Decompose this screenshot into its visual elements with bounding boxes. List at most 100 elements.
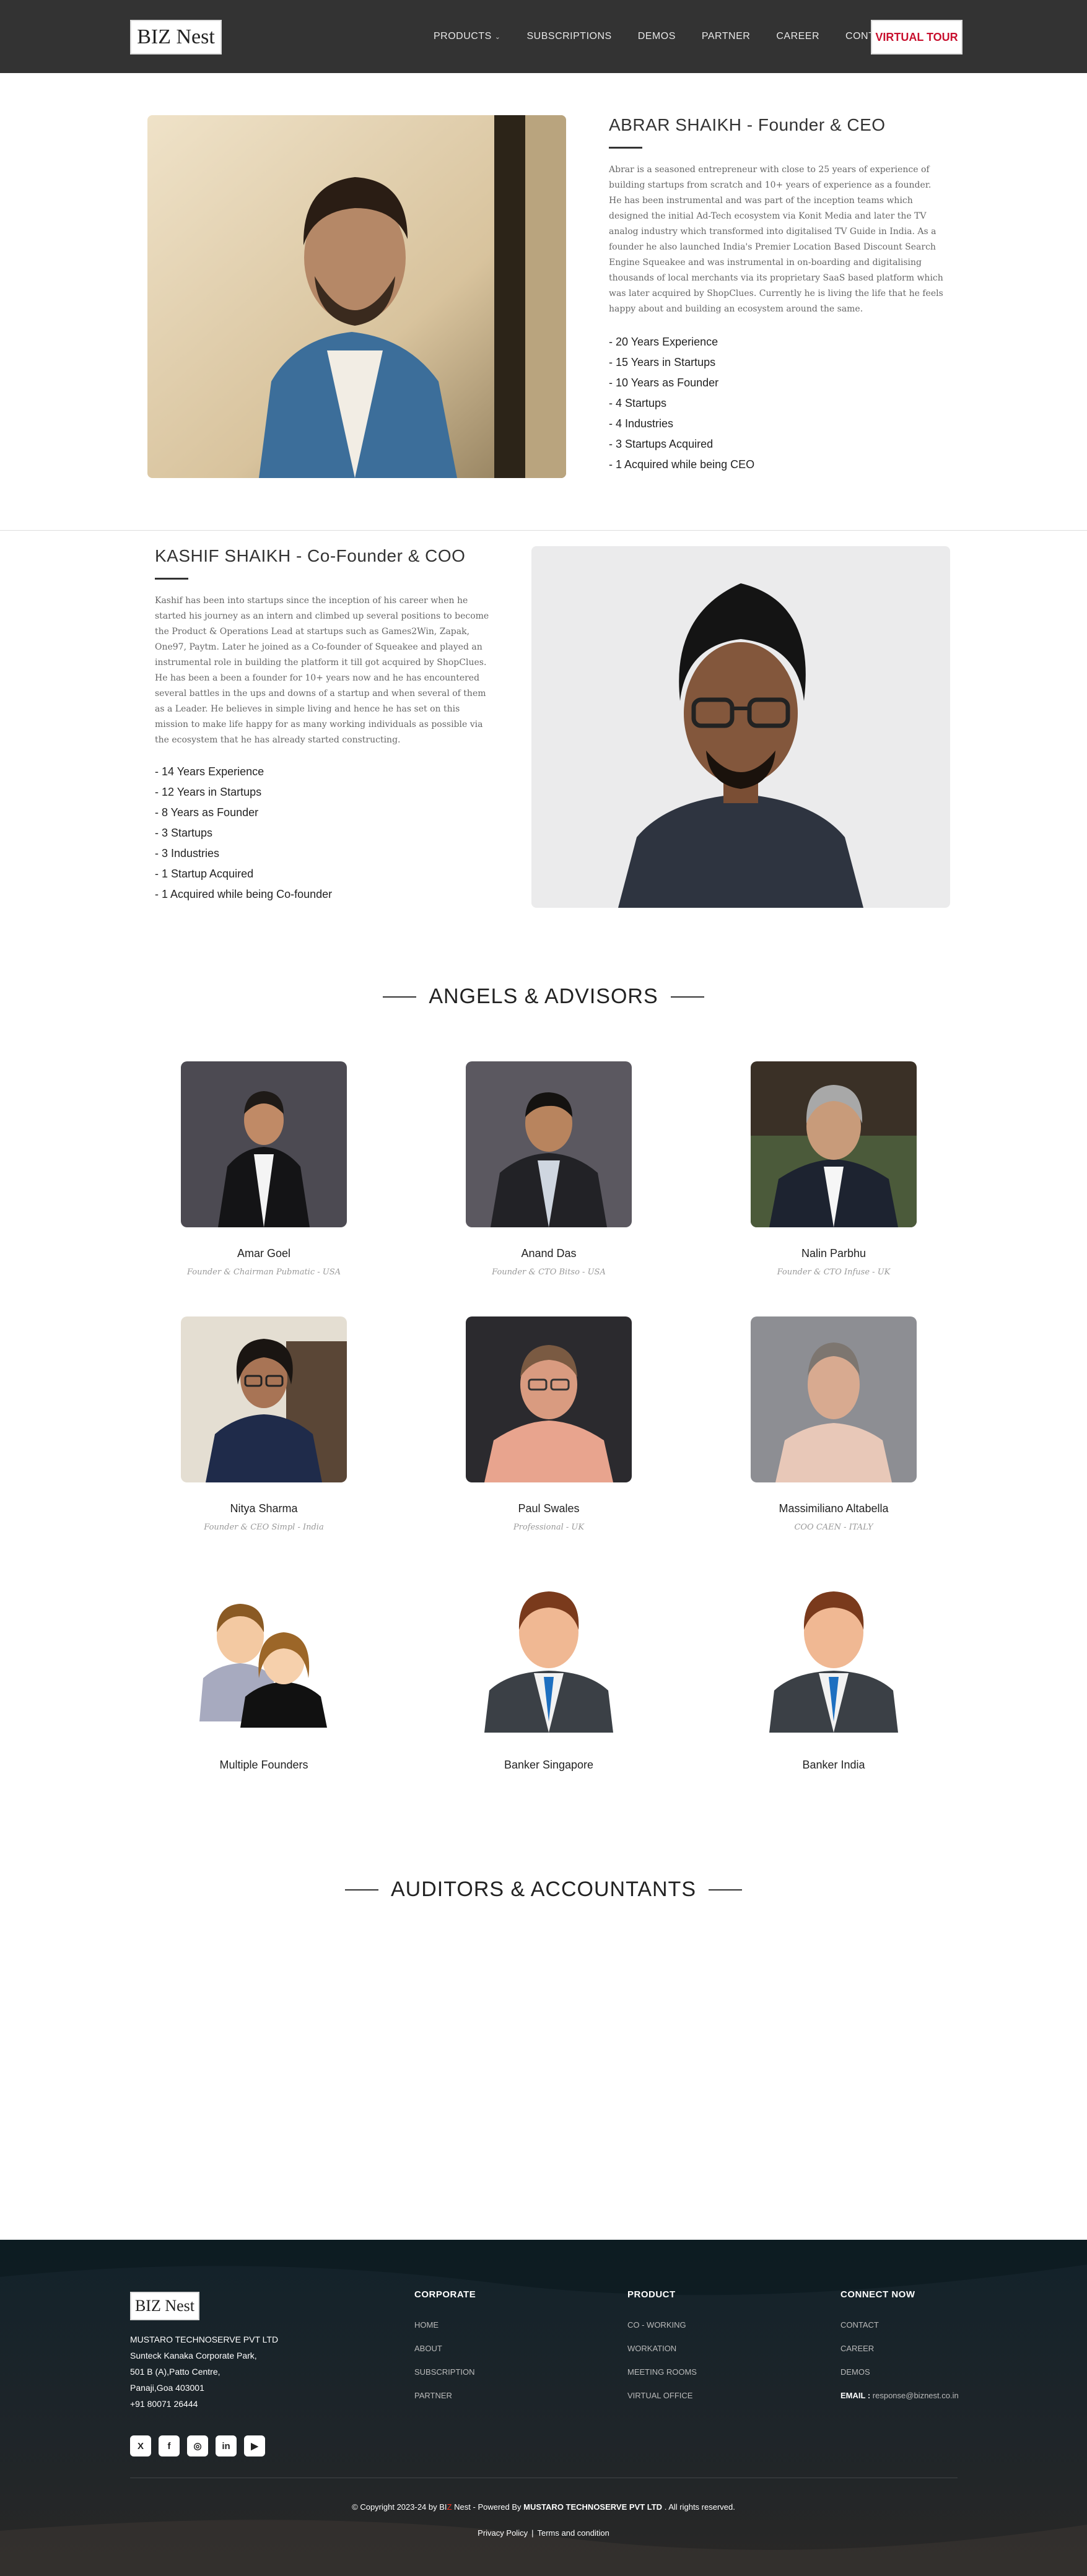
facebook-icon[interactable]: f [159, 2435, 180, 2456]
footer-link-subscription[interactable]: SUBSCRIPTION [414, 2361, 476, 2384]
nav-career[interactable]: CAREER [776, 31, 819, 42]
logo-text-prefix: BIZ [137, 25, 171, 48]
portrait-image [147, 115, 566, 478]
stat-item: - 3 Startups Acquired [609, 438, 714, 450]
advisor-photo [181, 1061, 347, 1227]
terms-link[interactable]: Terms and condition [537, 2528, 609, 2538]
stat-item: - 4 Industries [609, 417, 674, 430]
footer-logo[interactable]: BIZ Nest [130, 2292, 199, 2320]
advisor-card: Anand Das Founder & CTO Bitso - USA [419, 1061, 679, 1277]
nav-partner[interactable]: PARTNER [702, 31, 750, 42]
footer-link-workation[interactable]: WORKATION [627, 2337, 697, 2361]
footer-link-meeting-rooms[interactable]: MEETING ROOMS [627, 2361, 697, 2384]
legal-links: Privacy Policy | Terms and condition [0, 2528, 1087, 2538]
advisor-card: Banker Singapore [419, 1573, 679, 1779]
advisor-name: Multiple Founders [219, 1759, 308, 1771]
advisor-photo [466, 1316, 632, 1482]
footer-corporate-column: CORPORATE HOME ABOUT SUBSCRIPTION PARTNE… [414, 2289, 476, 2408]
privacy-policy-link[interactable]: Privacy Policy [478, 2528, 528, 2538]
x-twitter-icon[interactable]: X [130, 2435, 151, 2456]
advisors-section-title: ANGELS & ADVISORS [0, 985, 1087, 1009]
footer-product-column: PRODUCT CO - WORKING WORKATION MEETING R… [627, 2289, 697, 2408]
advisor-photo [751, 1316, 917, 1482]
stat-item: - 15 Years in Startups [609, 356, 716, 368]
cofounder-bio: Kashif has been into startups since the … [155, 596, 489, 745]
nav-subscriptions[interactable]: SUBSCRIPTIONS [527, 31, 612, 42]
advisors-title-text: ANGELS & ADVISORS [429, 985, 658, 1008]
title-line-right [709, 1889, 743, 1891]
auditors-title-text: AUDITORS & ACCOUNTANTS [390, 1878, 697, 1901]
brand-highlight: Z [447, 2502, 452, 2512]
advisor-card: Paul Swales Professional - UK [419, 1316, 679, 1532]
main-nav: PRODUCTS ⌄ SUBSCRIPTIONS DEMOS PARTNER CA… [434, 0, 921, 73]
multiple-founders-icon [181, 1573, 347, 1739]
site-logo[interactable]: BIZ Nest [130, 20, 222, 54]
stat-item: - 10 Years as Founder [609, 376, 719, 389]
advisor-name: Amar Goel [237, 1247, 291, 1260]
auditors-section-title: AUDITORS & ACCOUNTANTS [0, 1878, 1087, 1902]
footer-link-virtual-office[interactable]: VIRTUAL OFFICE [627, 2384, 697, 2408]
advisor-name: Nitya Sharma [230, 1502, 298, 1515]
cofounder-photo-kashif [531, 546, 950, 908]
address-line: Sunteck Kanaka Corporate Park, [130, 2351, 257, 2361]
stat-item: - 20 Years Experience [609, 336, 718, 348]
copyright-text: © Copyright 2023-24 by BIZ Nest - Powere… [0, 2502, 1087, 2512]
advisor-name: Anand Das [521, 1247, 577, 1260]
footer-link-partner[interactable]: PARTNER [414, 2384, 476, 2408]
title-line-right [670, 996, 704, 998]
stat-item: - 14 Years Experience [155, 765, 264, 778]
site-header: BIZ Nest PRODUCTS ⌄ SUBSCRIPTIONS DEMOS P… [0, 0, 1087, 73]
stat-item: - 8 Years as Founder [155, 806, 259, 819]
advisor-role: Professional - UK [513, 1523, 585, 1532]
founder-photo-abrar [147, 115, 566, 478]
stat-item: - 1 Acquired while being Co-founder [155, 888, 333, 900]
address-line: 501 B (A),Patto Centre, [130, 2367, 220, 2377]
advisor-card: Nitya Sharma Founder & CEO Simpl - India [134, 1316, 394, 1532]
stat-item: - 3 Industries [155, 847, 220, 859]
logo-text-suffix: Nest [165, 2297, 195, 2315]
banker-avatar-icon [751, 1573, 917, 1739]
footer-email[interactable]: EMAIL : response@biznest.co.in [840, 2384, 959, 2408]
logo-text-prefix: BIZ [134, 2297, 161, 2315]
portrait-image [531, 546, 950, 908]
cofounder-stats: - 14 Years Experience - 12 Years in Star… [155, 762, 332, 905]
virtual-tour-button[interactable]: VIRTUAL TOUR [871, 20, 963, 54]
company-link[interactable]: MUSTARO TECHNOSERVE PVT LTD [523, 2502, 662, 2512]
youtube-icon[interactable]: ▶ [244, 2435, 265, 2456]
footer-link-career[interactable]: CAREER [840, 2337, 959, 2361]
brand-text: Nest [454, 2502, 471, 2512]
banker-avatar-icon [466, 1573, 632, 1739]
instagram-icon[interactable]: ◎ [187, 2435, 208, 2456]
footer-link-home[interactable]: HOME [414, 2313, 476, 2337]
stat-item: - 12 Years in Startups [155, 786, 262, 798]
advisor-role: COO CAEN - ITALY [794, 1523, 873, 1532]
chevron-down-icon: ⌄ [494, 33, 501, 41]
advisor-card: Banker India [704, 1573, 964, 1779]
email-label: EMAIL : [840, 2391, 871, 2400]
phone-number[interactable]: +91 80071 26444 [130, 2396, 278, 2412]
advisor-name: Massimiliano Altabella [779, 1502, 889, 1515]
social-links: X f ◎ in ▶ [130, 2435, 273, 2456]
advisor-photo [181, 1316, 347, 1482]
advisor-card: Multiple Founders [134, 1573, 394, 1779]
column-heading: CONNECT NOW [840, 2289, 915, 2300]
copyright-prefix: © Copyright 2023-24 by [352, 2502, 437, 2512]
advisor-name: Nalin Parbhu [801, 1247, 867, 1260]
powered-by-text: - Powered By [473, 2502, 522, 2512]
footer-link-demos[interactable]: DEMOS [840, 2361, 959, 2384]
section-divider [0, 530, 1087, 531]
footer-link-about[interactable]: ABOUT [414, 2337, 476, 2361]
nav-products[interactable]: PRODUCTS ⌄ [434, 31, 501, 42]
nav-demos[interactable]: DEMOS [638, 31, 676, 42]
advisor-role: Founder & CTO Bitso - USA [492, 1268, 606, 1277]
advisor-role: Founder & CTO Infuse - UK [777, 1268, 891, 1277]
nav-products-label: PRODUCTS [434, 31, 492, 41]
footer-link-coworking[interactable]: CO - WORKING [627, 2313, 697, 2337]
title-line-left [383, 996, 417, 998]
advisor-name: Paul Swales [518, 1502, 580, 1515]
email-address: response@biznest.co.in [872, 2391, 959, 2400]
linkedin-icon[interactable]: in [216, 2435, 237, 2456]
footer-link-contact[interactable]: CONTACT [840, 2313, 959, 2337]
title-line-left [344, 1889, 378, 1891]
column-heading: CORPORATE [414, 2289, 476, 2300]
